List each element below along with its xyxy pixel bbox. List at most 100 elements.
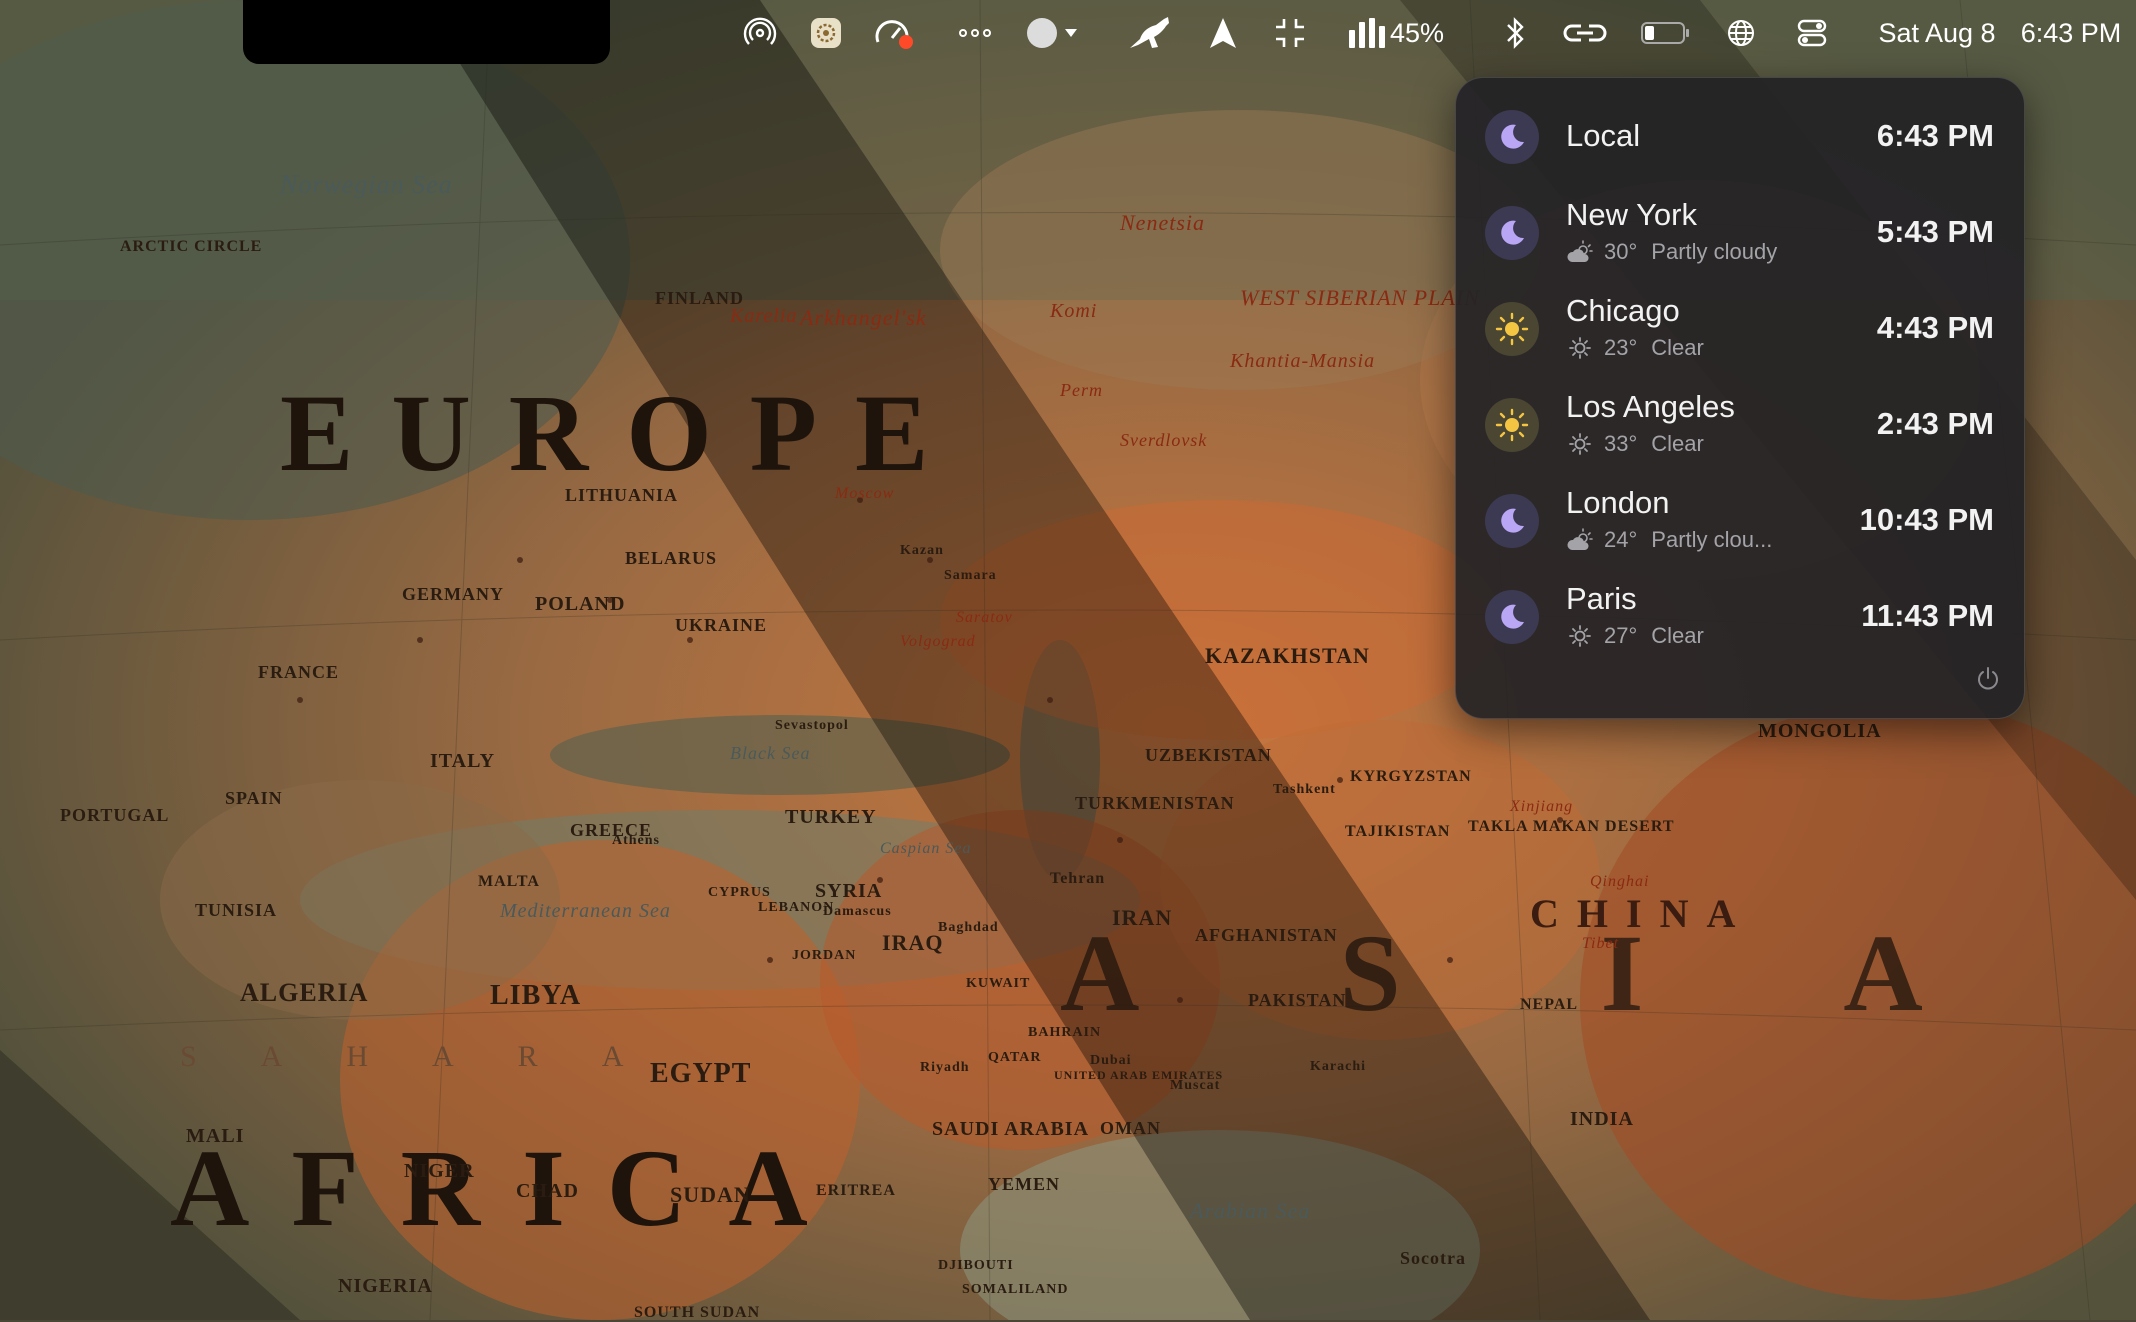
kangaroo-icon[interactable] xyxy=(1128,0,1174,66)
battery-percentage[interactable]: 45% xyxy=(1369,0,1465,66)
map-label: TURKEY xyxy=(785,806,877,828)
map-label: Volgograd xyxy=(900,633,976,650)
map-label: Riyadh xyxy=(920,1060,970,1075)
map-label: Nenetsia xyxy=(1120,210,1205,235)
map-label: WEST SIBERIAN PLAIN xyxy=(1240,285,1480,310)
temperature: 27° xyxy=(1604,623,1638,648)
city-name: London xyxy=(1566,485,1670,520)
map-label: Mediterranean Sea xyxy=(500,900,671,922)
map-label: SOMALILAND xyxy=(962,1282,1069,1297)
map-label: Arkhangel'sk xyxy=(800,305,927,330)
map-label: Samara xyxy=(944,568,997,583)
map-label: YEMEN xyxy=(988,1174,1060,1194)
menubar-clock[interactable]: 6:43 PM xyxy=(2016,0,2126,66)
map-label: Black Sea xyxy=(730,743,811,763)
map-label: POLAND xyxy=(535,593,626,615)
map-label: MALTA xyxy=(478,873,540,890)
world-clock-row-paris[interactable]: Paris 27° Clear 11:43 PM xyxy=(1456,566,2024,662)
map-label: Komi xyxy=(1050,300,1098,322)
map-label: UZBEKISTAN xyxy=(1145,745,1272,765)
map-label: SOUTH SUDAN xyxy=(634,1304,761,1321)
map-label: Karachi xyxy=(1310,1059,1366,1074)
map-label: NIGERIA xyxy=(338,1275,433,1297)
map-label: KAZAKHSTAN xyxy=(1205,643,1370,668)
temperature: 24° xyxy=(1604,527,1638,552)
weather-summary: 30° Partly cloudy xyxy=(1566,238,1777,266)
map-label: EGYPT xyxy=(650,1058,752,1089)
partly-cloudy-icon xyxy=(1566,527,1594,553)
map-label: GERMANY xyxy=(402,584,504,604)
map-label: SPAIN xyxy=(225,788,283,808)
menubar-date[interactable]: Sat Aug 8 xyxy=(1872,0,2002,66)
map-label: DJIBOUTI xyxy=(938,1258,1014,1273)
map-label: IRAQ xyxy=(882,930,944,955)
map-label: Sverdlovsk xyxy=(1120,430,1208,450)
map-label: CHAD xyxy=(516,1180,579,1202)
city-time: 2:43 PM xyxy=(1876,406,1994,441)
map-label: Athens xyxy=(612,833,661,848)
temperature: 30° xyxy=(1604,239,1638,264)
map-label: Kazan xyxy=(900,543,944,558)
clear-sun-icon xyxy=(1566,431,1594,457)
gauge-icon[interactable] xyxy=(872,0,916,66)
map-label: CYPRUS xyxy=(708,885,771,900)
settings-app-icon[interactable] xyxy=(807,0,845,66)
map-label: ALGERIA xyxy=(240,978,369,1007)
map-label: KYRGYZSTAN xyxy=(1350,768,1472,785)
city-name: Chicago xyxy=(1566,293,1680,328)
airdrop-icon[interactable] xyxy=(740,0,780,66)
city-name: Paris xyxy=(1566,581,1637,616)
temperature: 33° xyxy=(1604,431,1638,456)
map-label-sahara: SAHARA xyxy=(180,1040,688,1073)
map-label: TUNISIA xyxy=(195,900,278,920)
map-label: BELARUS xyxy=(625,548,718,568)
map-label: PAKISTAN xyxy=(1248,990,1347,1010)
camera-notch xyxy=(243,0,610,64)
city-time: 11:43 PM xyxy=(1861,598,1994,633)
temperature: 23° xyxy=(1604,335,1638,360)
world-clock-row-new-york[interactable]: New York 30° Partly cloudy 5:43 PM xyxy=(1456,182,2024,278)
low-battery-icon[interactable] xyxy=(1640,0,1692,66)
map-label: PORTUGAL xyxy=(60,805,170,825)
map-label: OMAN xyxy=(1100,1118,1161,1138)
map-label-europe: EUROPE xyxy=(280,372,967,494)
city-name: New York xyxy=(1566,197,1697,232)
world-clock-row-london[interactable]: London 24° Partly clou... 10:43 PM xyxy=(1456,470,2024,566)
bluetooth-icon[interactable] xyxy=(1500,0,1530,66)
map-label: Socotra xyxy=(1400,1248,1466,1268)
map-label: NIGER xyxy=(404,1160,475,1182)
map-label: LIBYA xyxy=(490,980,582,1011)
city-name: Los Angeles xyxy=(1566,389,1735,424)
power-icon[interactable] xyxy=(1975,666,2001,692)
map-label: TURKMENISTAN xyxy=(1075,793,1235,813)
appearance-toggle-icon[interactable] xyxy=(1024,0,1086,66)
location-arrow-icon[interactable] xyxy=(1206,0,1240,66)
sun-icon xyxy=(1485,398,1539,452)
weather-condition: Clear xyxy=(1651,623,1704,648)
map-label: Qinghai xyxy=(1590,873,1650,890)
world-clock-popover: Local 6:43 PM New York 30° Partly cloudy 5:43… xyxy=(1455,77,2025,719)
map-label: Xinjiang xyxy=(1510,798,1574,815)
world-clock-row-los-angeles[interactable]: Los Angeles 33° Clear 2:43 PM xyxy=(1456,374,2024,470)
map-label: Caspian Sea xyxy=(880,840,972,857)
map-label: Tashkent xyxy=(1273,782,1336,797)
map-label: Karelia xyxy=(730,305,798,327)
map-label: UKRAINE xyxy=(675,615,768,635)
moon-icon xyxy=(1485,494,1539,548)
city-time: 10:43 PM xyxy=(1859,502,1994,537)
globe-icon[interactable] xyxy=(1725,0,1757,66)
world-clock-row-local[interactable]: Local 6:43 PM xyxy=(1456,86,2024,182)
map-label: ITALY xyxy=(430,750,496,772)
city-time: 6:43 PM xyxy=(1876,118,1994,153)
map-label: MALI xyxy=(186,1125,245,1147)
link-icon[interactable] xyxy=(1562,0,1608,66)
control-center-icon[interactable] xyxy=(1795,0,1829,66)
clear-sun-icon xyxy=(1566,335,1594,361)
sun-icon xyxy=(1485,302,1539,356)
map-label: Baghdad xyxy=(938,920,999,935)
resize-arrows-icon[interactable] xyxy=(1272,0,1308,66)
ellipsis-icon[interactable] xyxy=(957,0,993,66)
map-label: ERITREA xyxy=(816,1182,896,1199)
world-clock-row-chicago[interactable]: Chicago 23° Clear 4:43 PM xyxy=(1456,278,2024,374)
map-label: Sevastopol xyxy=(775,718,849,733)
